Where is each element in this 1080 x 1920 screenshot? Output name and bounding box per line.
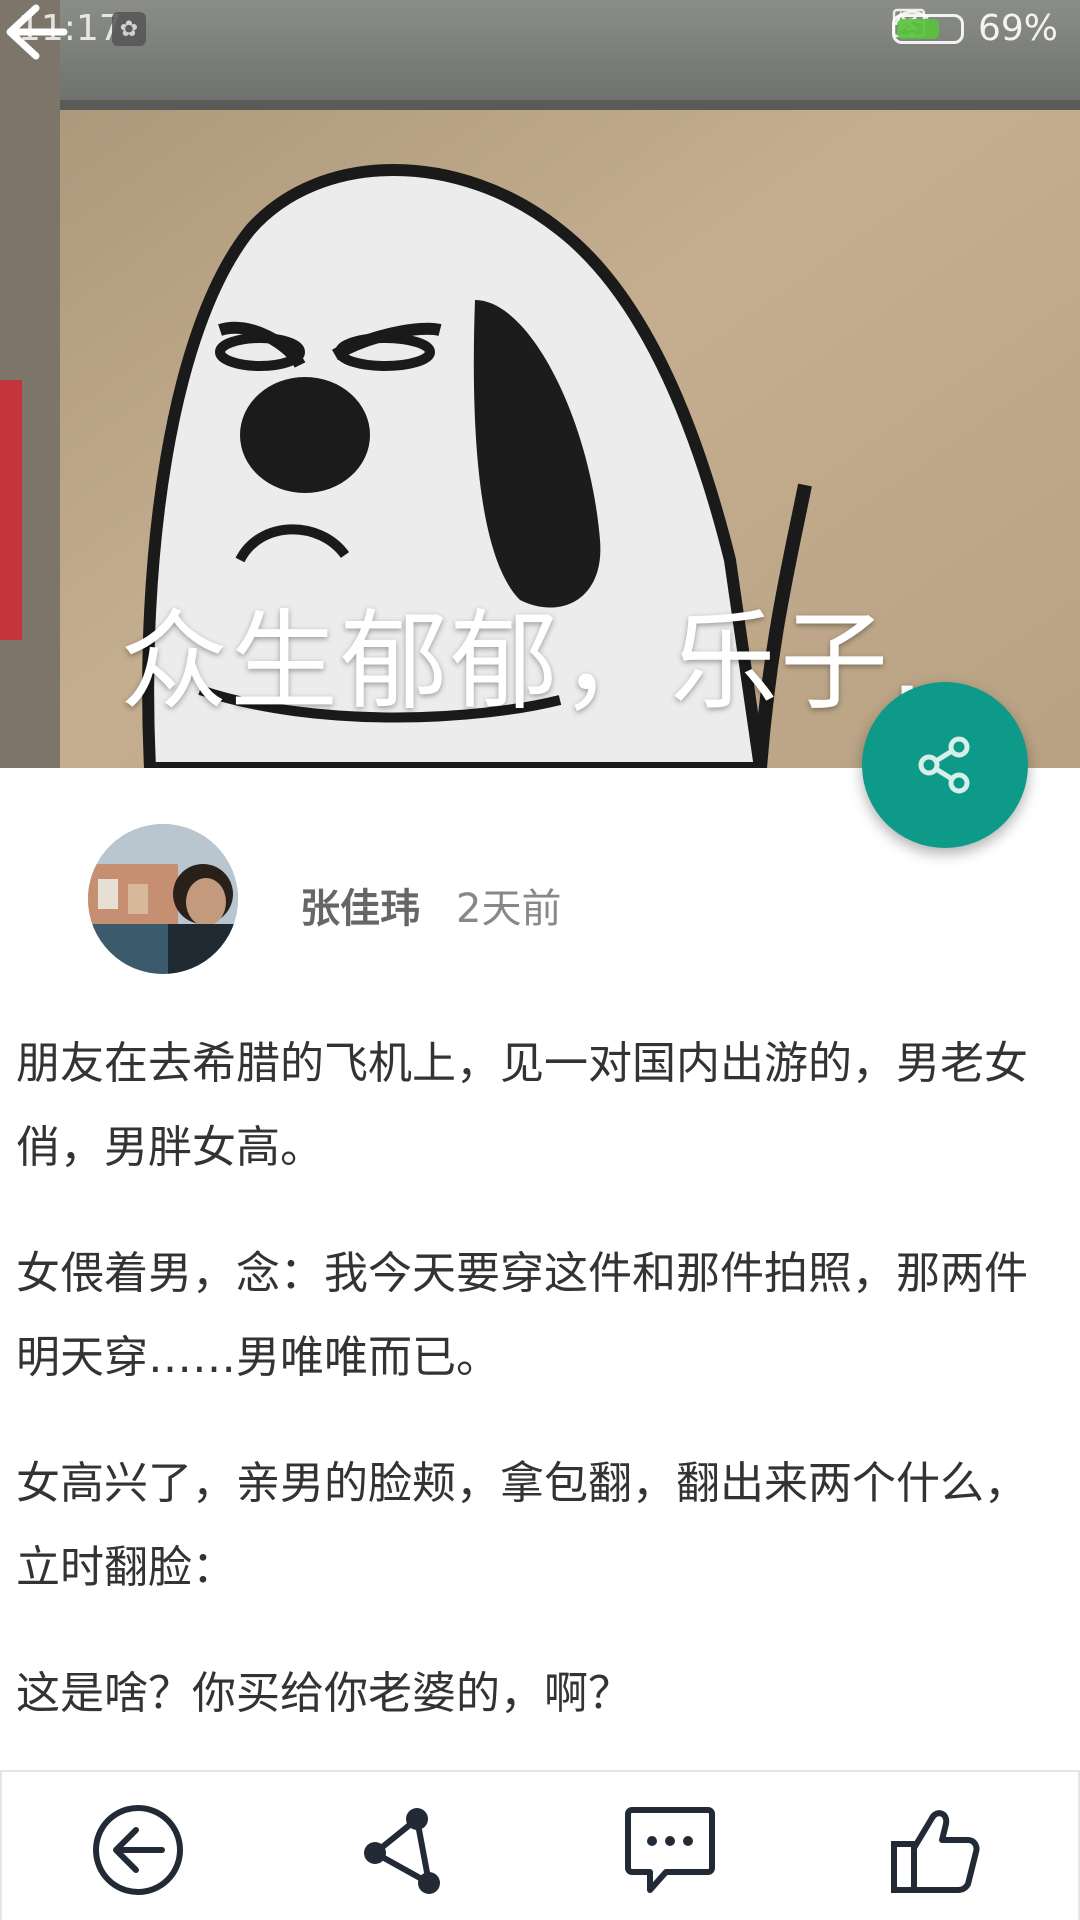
article-paragraph: 女高兴了，亲男的脸颊，拿包翻，翻出来两个什么，立时翻脸： (16, 1458, 1028, 1593)
share-fab[interactable] (862, 682, 1028, 848)
thumbs-up-icon (891, 1810, 980, 1893)
article-body: 朋友在去希腊的飞机上，见一对国内出游的，男老女俏，男胖女高。 女偎着男，念：我今… (16, 1022, 1036, 1778)
back-arrow-icon[interactable] (0, 0, 72, 64)
author-name[interactable]: 张佳玮 (300, 876, 420, 934)
back-button[interactable] (88, 1800, 188, 1900)
battery-fill (896, 18, 939, 39)
article-title: 众生郁郁，乐子... (120, 600, 940, 725)
battery-icon (891, 13, 964, 44)
status-right-group: 69% (891, 8, 1058, 49)
hero-image: 11:17 ✿ 69% 众生郁郁，乐子... (0, 0, 1080, 768)
status-bar: 11:17 ✿ 69% (0, 0, 1080, 64)
avatar-photo (88, 824, 238, 974)
share-icon (918, 736, 970, 794)
avatar[interactable] (88, 824, 238, 974)
post-time: 2天前 (456, 886, 562, 932)
battery-percent: 69% (977, 8, 1058, 49)
article-paragraph: 女偎着男，念：我今天要穿这件和那件拍照，那两件明天穿……男唯唯而已。 (16, 1248, 1028, 1383)
share-nodes-icon (364, 1808, 440, 1894)
like-button[interactable] (884, 1800, 984, 1900)
article-paragraph: 这是啥？你买给你老婆的，啊？ (16, 1668, 632, 1719)
comment-bubble-icon (625, 1807, 715, 1893)
article-paragraph: 朋友在去希腊的飞机上，见一对国内出游的，男老女俏，男胖女高。 (16, 1038, 1028, 1173)
bottom-action-bar (0, 1770, 1080, 1920)
share-button[interactable] (354, 1800, 454, 1900)
comment-button[interactable] (620, 1800, 720, 1900)
circle-arrow-left-icon (93, 1805, 183, 1895)
notification-app-icon: ✿ (112, 12, 146, 46)
